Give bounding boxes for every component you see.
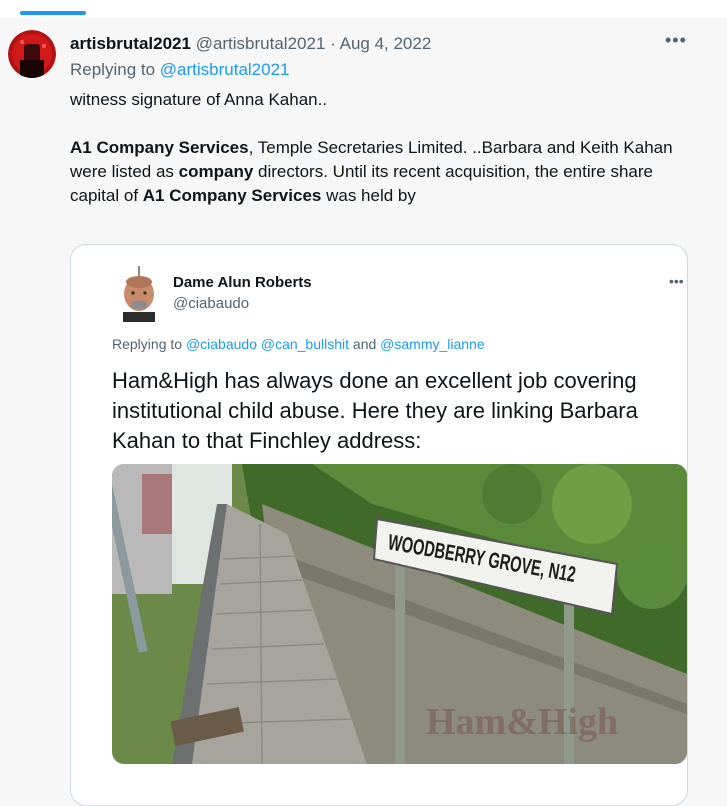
more-horizontal-icon[interactable]: ••• <box>665 30 687 51</box>
tweet-date[interactable]: Aug 4, 2022 <box>340 34 432 53</box>
separator: · <box>330 34 336 53</box>
user-handle[interactable]: @artisbrutal2021 <box>196 34 326 53</box>
ham-high-watermark: Ham&High <box>426 701 619 743</box>
quoted-photo[interactable]: WOODBERRY GROVE, N12 Ham&High <box>112 464 687 764</box>
avatar[interactable] <box>8 30 56 78</box>
quoted-tweet[interactable]: Dame Alun Roberts @ciabaudo ••• Replying… <box>70 244 688 806</box>
quoted-text: Ham&High has always done an excellent jo… <box>112 368 638 453</box>
replying-handle-link[interactable]: @sammy_lianne <box>380 336 484 352</box>
top-bar <box>0 0 727 19</box>
bold-company-name: A1 Company Services <box>142 186 322 205</box>
quoted-display-name[interactable]: Dame Alun Roberts <box>173 274 312 291</box>
bold-company-name: A1 Company Services <box>70 138 249 157</box>
replying-and: and <box>349 336 381 352</box>
tweet[interactable]: artisbrutal2021 @artisbrutal2021 · Aug 4… <box>0 18 727 806</box>
text-span: was held by <box>321 186 416 205</box>
active-tab-indicator <box>20 11 86 15</box>
replying-prefix: Replying to <box>70 60 160 79</box>
replying-prefix: Replying to <box>112 336 186 352</box>
tweet-text: witness signature of Anna Kahan.. A1 Com… <box>70 88 690 208</box>
tweet-line-1: witness signature of Anna Kahan.. <box>70 90 328 109</box>
tweet-paragraph: A1 Company Services, Temple Secretaries … <box>70 136 690 208</box>
replying-handle-links[interactable]: @ciabaudo @can_bullshit <box>186 336 349 352</box>
quoted-replying-to: Replying to @ciabaudo @can_bullshit and … <box>112 336 485 352</box>
replying-to: Replying to @artisbrutal2021 <box>70 60 290 80</box>
replying-handle-link[interactable]: @artisbrutal2021 <box>160 60 290 79</box>
display-name[interactable]: artisbrutal2021 <box>70 34 191 53</box>
quoted-avatar[interactable] <box>117 266 161 322</box>
tweet-header: artisbrutal2021 @artisbrutal2021 · Aug 4… <box>70 34 431 54</box>
more-horizontal-icon[interactable]: ••• <box>669 273 684 289</box>
quoted-handle[interactable]: @ciabaudo <box>173 295 249 312</box>
bold-word: company <box>178 162 254 181</box>
